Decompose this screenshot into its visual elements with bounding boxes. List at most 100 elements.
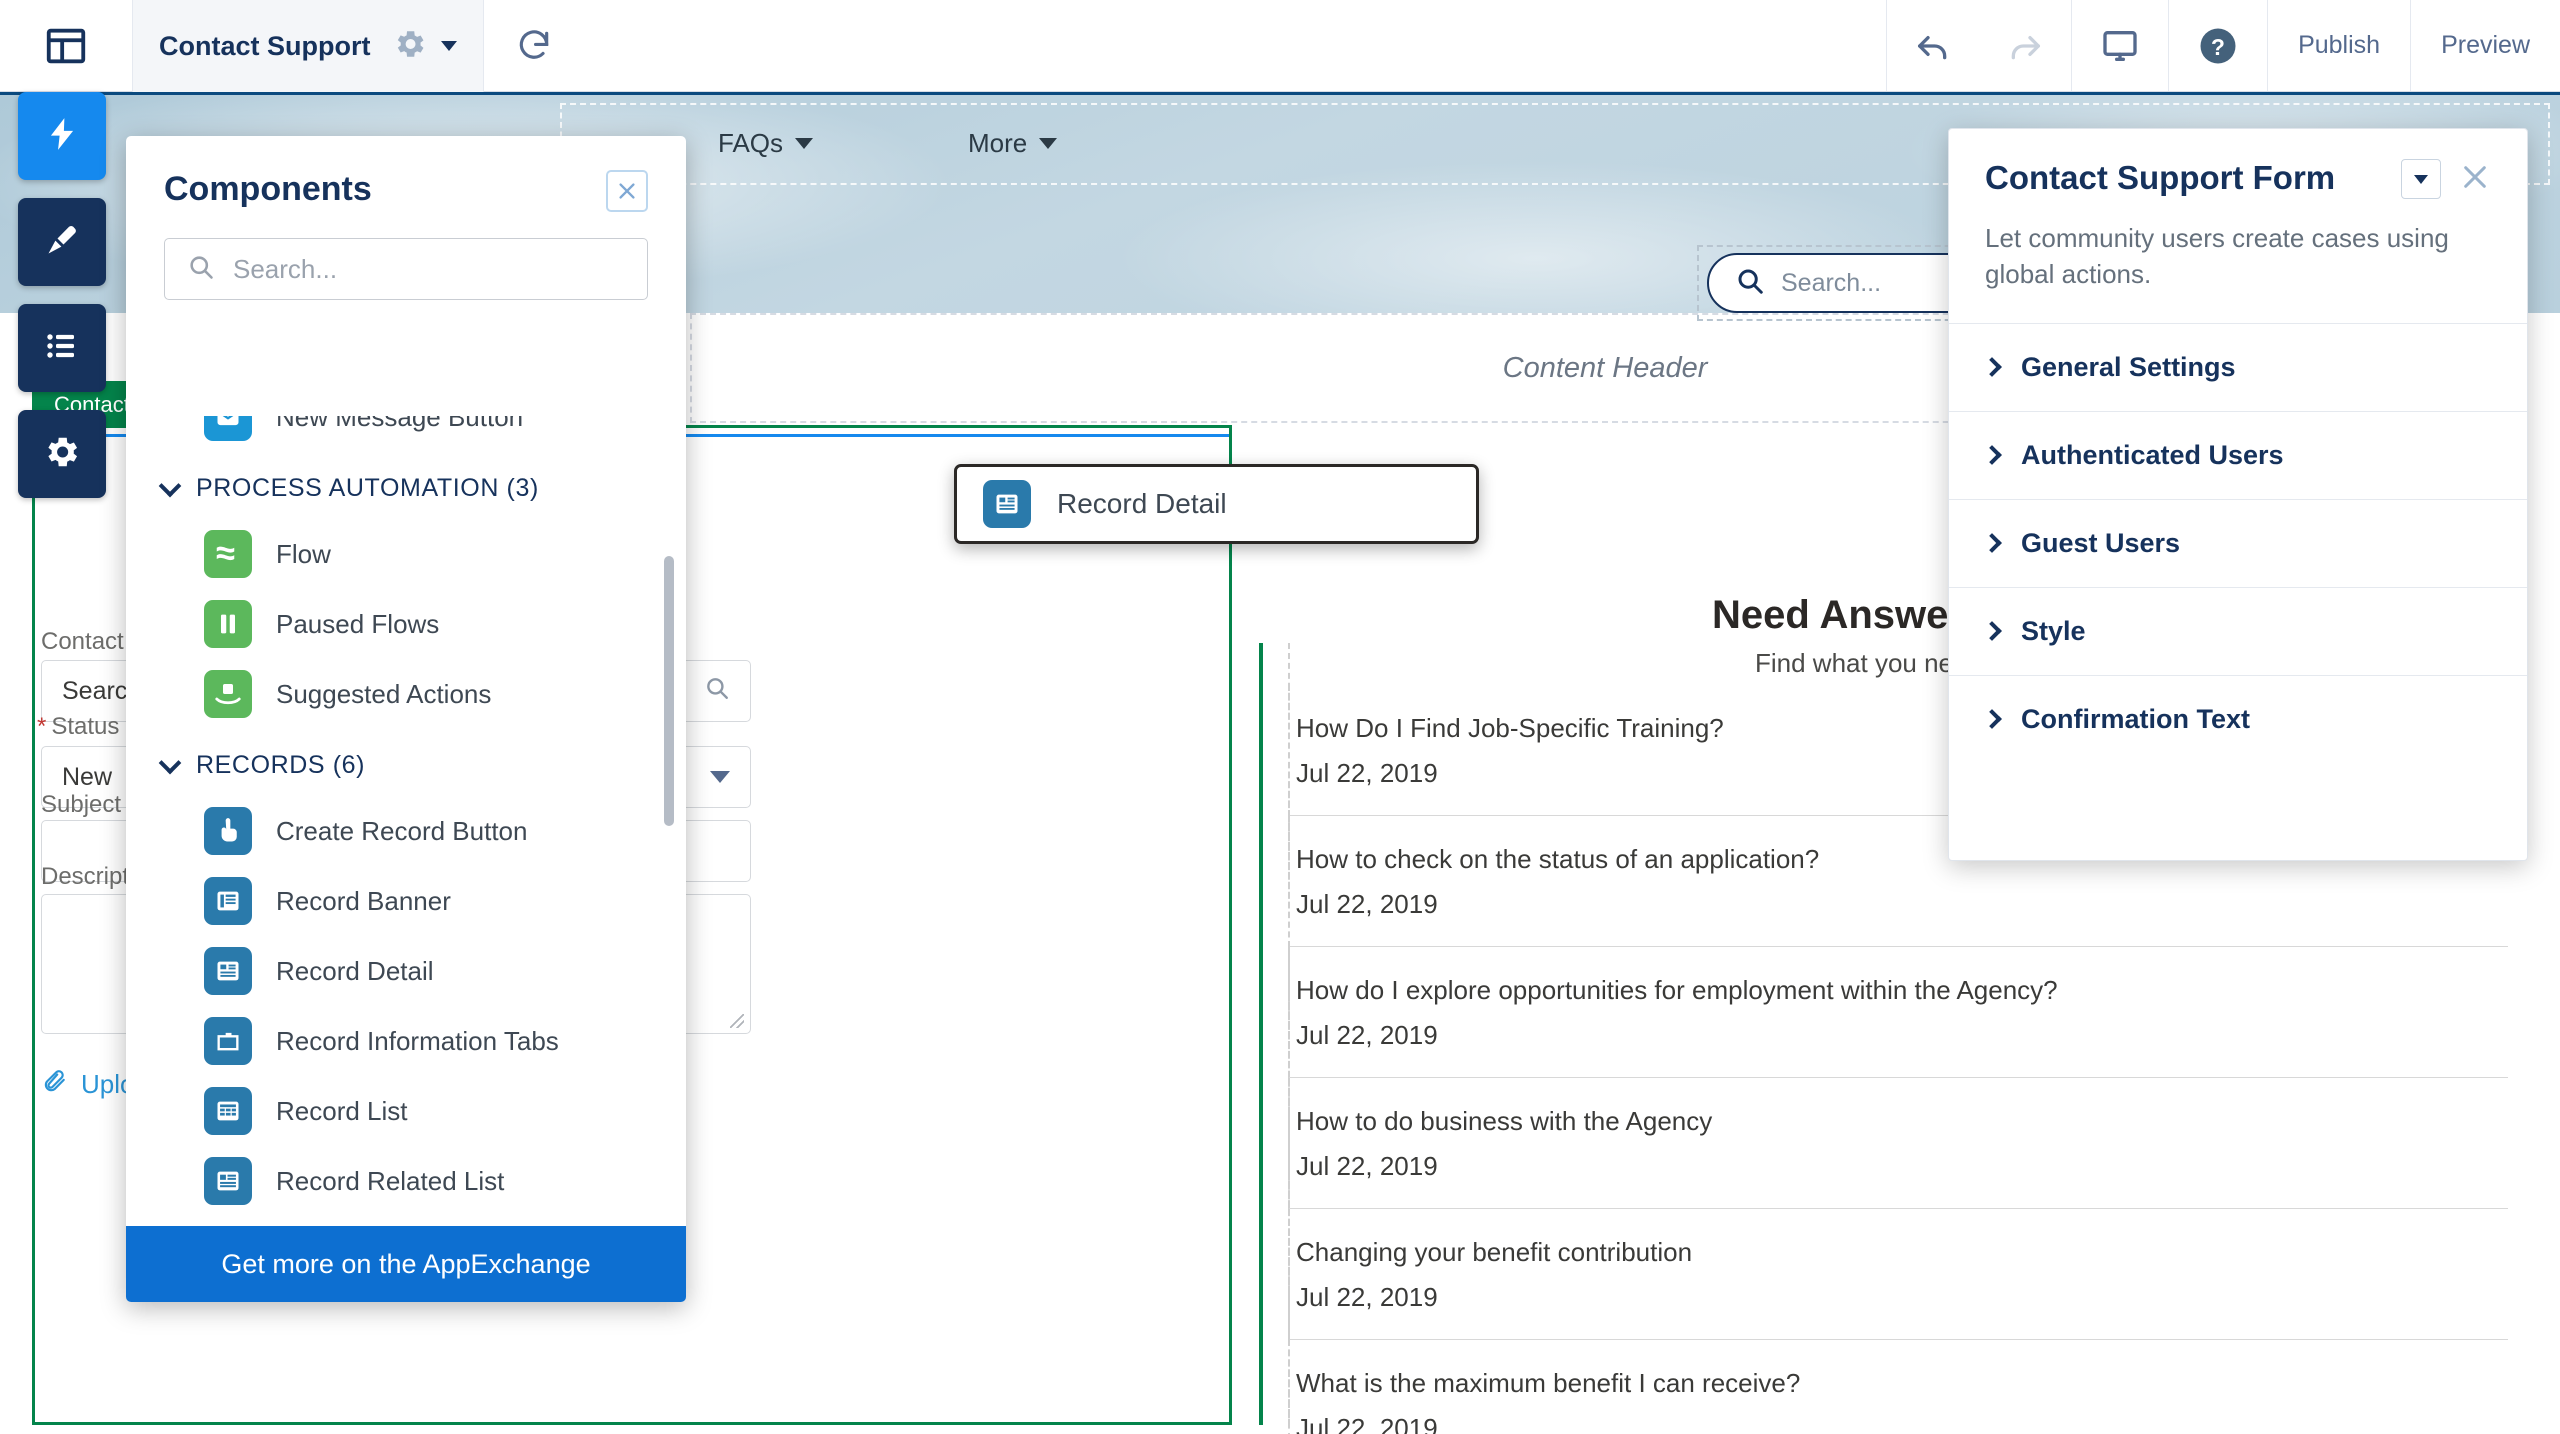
drop-indicator-line — [1259, 643, 1263, 1425]
list-item[interactable]: Changing your benefit contribution Jul 2… — [1288, 1209, 2508, 1340]
record-related-list-icon — [204, 1157, 252, 1205]
field-value: New — [62, 762, 113, 791]
chevron-right-icon — [1982, 445, 2002, 466]
paperclip-icon — [41, 1068, 67, 1101]
component-item-label: New Message Button — [276, 416, 524, 432]
page-title-block[interactable]: Contact Support — [132, 0, 484, 92]
faq-date: Jul 22, 2019 — [1296, 889, 1438, 919]
list-item[interactable]: How do I explore opportunities for emplo… — [1288, 947, 2508, 1078]
search-icon — [187, 253, 215, 286]
toolbar-right-actions: ? Publish Preview — [1886, 0, 2560, 91]
rail-button-settings[interactable] — [18, 410, 106, 498]
list-item[interactable]: What is the maximum benefit I can receiv… — [1288, 1340, 2508, 1434]
rail-button-components[interactable] — [18, 92, 106, 180]
chevron-right-icon — [1982, 357, 2002, 378]
faq-question: How to do business with the Agency — [1296, 1106, 1713, 1136]
record-detail-icon — [204, 947, 252, 995]
flow-icon — [204, 530, 252, 578]
section-label: Style — [2021, 615, 2086, 646]
new-message-button-icon — [204, 416, 252, 441]
redo-icon[interactable] — [1979, 26, 2071, 66]
help-icon[interactable]: ? — [2168, 0, 2267, 91]
components-list[interactable]: New Message Button PROCESS AUTOMATION (3… — [126, 416, 686, 1236]
pause-icon — [204, 600, 252, 648]
page-title: Contact Support — [159, 30, 371, 61]
properties-title: Contact Support Form — [1985, 159, 2336, 196]
rail-button-theme[interactable] — [18, 198, 106, 286]
record-banner-icon — [204, 877, 252, 925]
chevron-down-icon[interactable] — [441, 41, 457, 51]
close-icon[interactable] — [606, 170, 648, 212]
publish-button[interactable]: Publish — [2267, 0, 2410, 91]
properties-section-style[interactable]: Style — [1949, 586, 2527, 675]
component-item-create-record-button[interactable]: Create Record Button — [126, 796, 686, 866]
page-list-icon — [44, 328, 80, 369]
properties-dropdown-button[interactable] — [2401, 159, 2441, 199]
undo-icon[interactable] — [1887, 26, 1979, 66]
component-item-new-message-button[interactable]: New Message Button — [126, 416, 686, 452]
chevron-right-icon — [1982, 709, 2002, 730]
chevron-down-icon — [158, 474, 182, 497]
component-category-process-automation[interactable]: PROCESS AUTOMATION (3) — [126, 452, 686, 519]
components-panel: Components Search... New Message Button … — [126, 136, 686, 1302]
properties-section-authenticated-users[interactable]: Authenticated Users — [1949, 410, 2527, 499]
component-item-label: Record Banner — [276, 885, 451, 916]
resize-grip-icon[interactable] — [730, 1014, 744, 1028]
component-item-record-related-list[interactable]: Record Related List — [126, 1146, 686, 1216]
components-panel-header: Components — [126, 136, 686, 212]
search-icon — [1735, 266, 1765, 301]
suggested-actions-icon — [204, 670, 252, 718]
component-item-paused-flows[interactable]: Paused Flows — [126, 589, 686, 659]
column-dropzone-border — [1288, 643, 1290, 1425]
rail-button-page-structure[interactable] — [18, 304, 106, 392]
component-item-flow[interactable]: Flow — [126, 519, 686, 589]
nav-item-label: More — [968, 128, 1028, 158]
component-item-label: Flow — [276, 538, 331, 569]
properties-section-confirmation-text[interactable]: Confirmation Text — [1949, 674, 2527, 763]
preview-button[interactable]: Preview — [2410, 0, 2560, 91]
category-label: RECORDS (6) — [196, 751, 366, 779]
components-scrollbar[interactable] — [664, 556, 674, 826]
refresh-button[interactable] — [484, 0, 584, 91]
section-label: Confirmation Text — [2021, 703, 2250, 734]
nav-item-more[interactable]: More — [968, 128, 1058, 159]
record-tabs-icon — [204, 1017, 252, 1065]
faq-date: Jul 22, 2019 — [1296, 1151, 1438, 1181]
component-item-label: Record Information Tabs — [276, 1025, 559, 1056]
drag-ghost-record-detail[interactable]: Record Detail — [954, 464, 1479, 544]
components-search-input[interactable]: Search... — [164, 238, 648, 300]
components-panel-title: Components — [164, 170, 372, 208]
chevron-down-icon — [2414, 174, 2428, 184]
properties-section-guest-users[interactable]: Guest Users — [1949, 498, 2527, 587]
component-properties-panel: Contact Support Form Let community users… — [1948, 128, 2528, 861]
nav-item-faqs[interactable]: FAQs — [718, 128, 814, 159]
experience-builder-logo-icon[interactable] — [0, 0, 132, 91]
undo-redo-group — [1886, 0, 2071, 91]
close-icon[interactable] — [2459, 161, 2491, 198]
content-header-label: Content Header — [1502, 351, 1708, 384]
drag-ghost-label: Record Detail — [1057, 488, 1227, 519]
component-item-record-list[interactable]: Record List — [126, 1076, 686, 1146]
settings-gear-icon — [43, 433, 81, 476]
component-item-record-information-tabs[interactable]: Record Information Tabs — [126, 1006, 686, 1076]
component-category-records[interactable]: RECORDS (6) — [126, 729, 686, 796]
appexchange-cta-button[interactable]: Get more on the AppExchange — [126, 1226, 686, 1302]
component-item-label: Suggested Actions — [276, 678, 492, 709]
gear-icon[interactable] — [393, 27, 427, 66]
category-label: PROCESS AUTOMATION (3) — [196, 474, 539, 502]
builder-left-rail — [18, 92, 114, 516]
field-label-status: * Status — [37, 713, 120, 740]
component-item-label: Paused Flows — [276, 608, 440, 639]
faq-date: Jul 22, 2019 — [1296, 1413, 1438, 1434]
required-marker: * — [37, 713, 47, 740]
list-item[interactable]: How to do business with the Agency Jul 2… — [1288, 1078, 2508, 1209]
theme-brush-icon — [44, 222, 80, 263]
properties-section-general-settings[interactable]: General Settings — [1949, 322, 2527, 411]
faq-question: Changing your benefit contribution — [1296, 1237, 1693, 1267]
desktop-preview-icon[interactable] — [2071, 0, 2168, 91]
component-item-suggested-actions[interactable]: Suggested Actions — [126, 659, 686, 729]
search-icon — [704, 675, 730, 708]
component-item-record-banner[interactable]: Record Banner — [126, 866, 686, 936]
faq-question: How do I explore opportunities for emplo… — [1296, 975, 2058, 1005]
component-item-record-detail[interactable]: Record Detail — [126, 936, 686, 1006]
